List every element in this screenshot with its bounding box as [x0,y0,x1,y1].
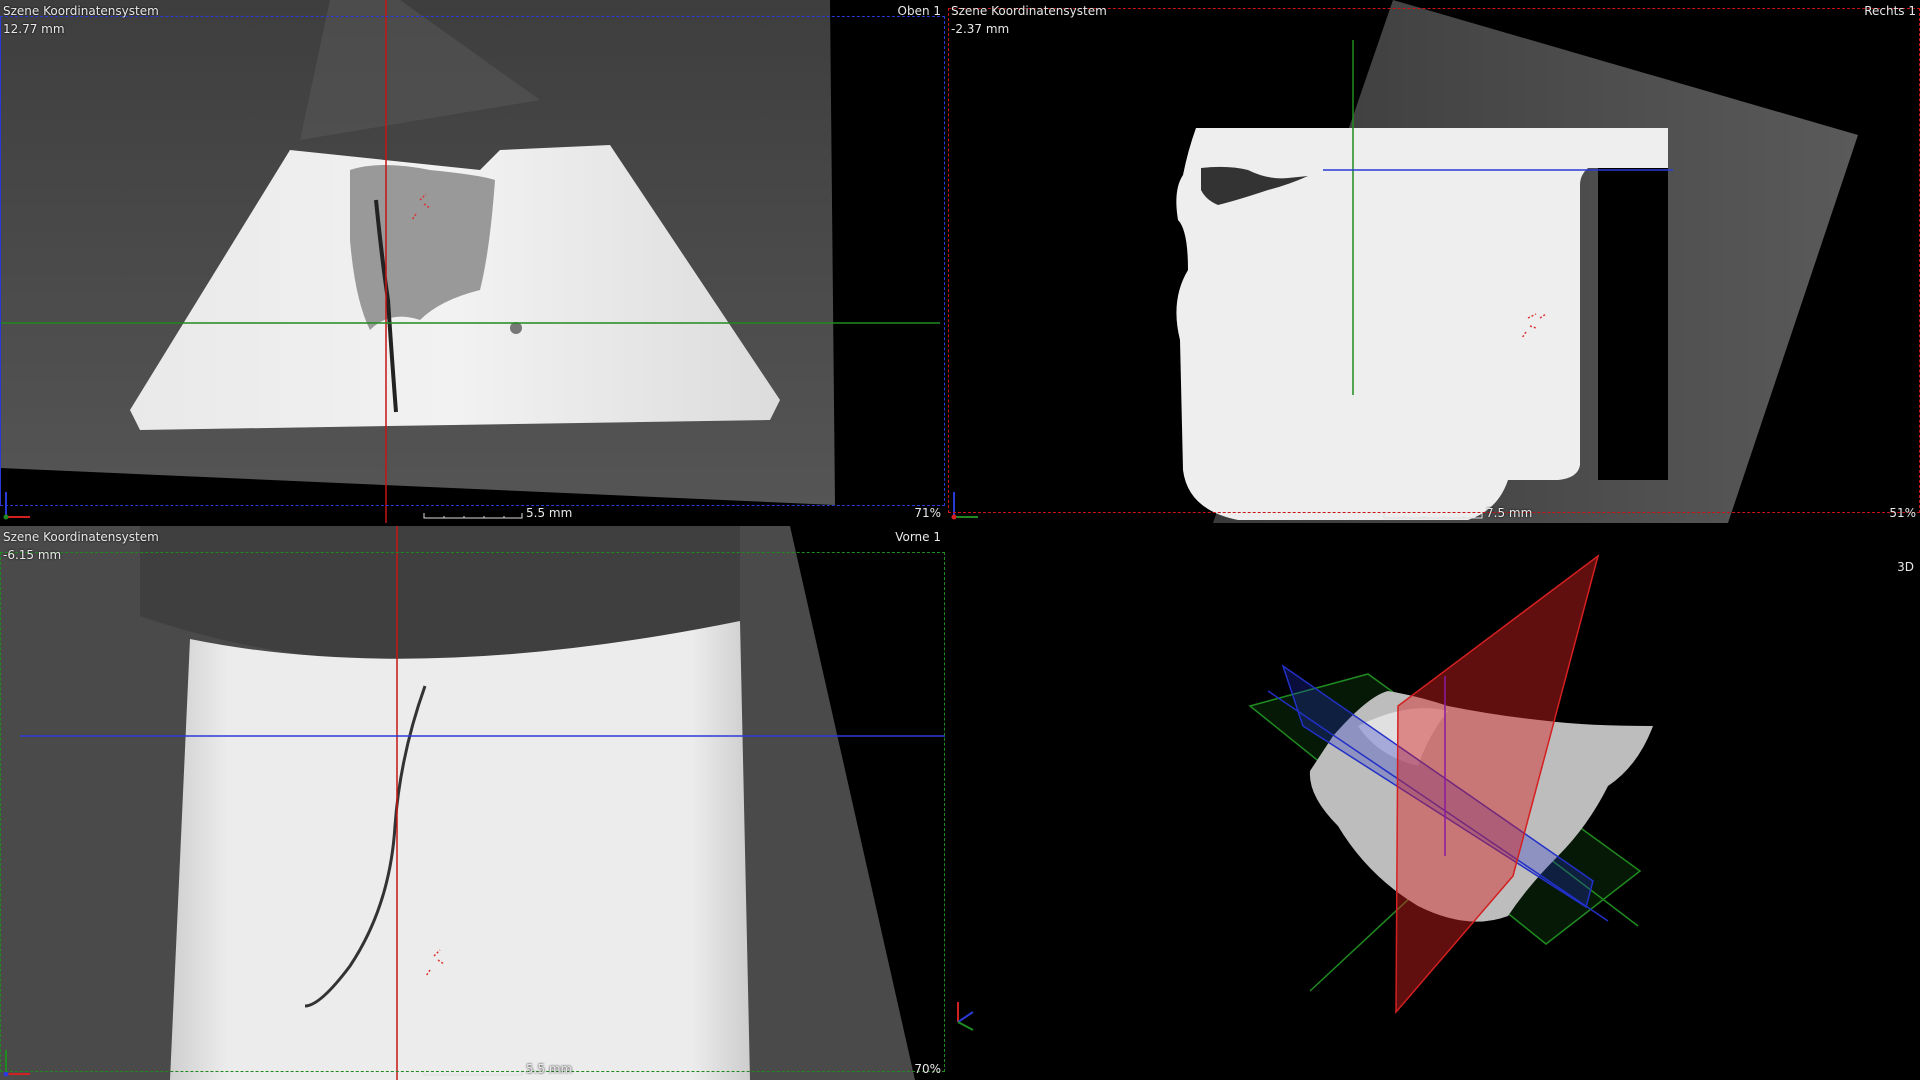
top-slice-image [0,0,940,523]
scale-bar-label: 7.5 mm [1486,506,1533,520]
view-name-label: Vorne 1 [895,530,941,544]
viewport-right[interactable]: Szene Koordinatensystem -2.37 mm Rechts … [948,0,1920,523]
coordinate-system-label: Szene Koordinatensystem [3,4,159,18]
right-slice-image [951,0,1858,523]
coordinate-system-label: Szene Koordinatensystem [3,530,159,544]
slice-depth-label: -6.15 mm [3,548,62,562]
slice-depth-label: -2.37 mm [951,22,1010,36]
axis-triad-icon [3,492,30,520]
slice-depth-label: 12.77 mm [3,22,65,36]
viewport-3d[interactable]: 3D [948,526,1920,1080]
viewport-top[interactable]: Szene Koordinatensystem 12.77 mm Oben 1 … [0,0,945,523]
3d-render [957,554,1653,1031]
zoom-label: 70% [914,1062,941,1076]
view-name-label: 3D [1897,560,1914,574]
viewport-front[interactable]: Szene Koordinatensystem -6.15 mm Vorne 1… [0,526,945,1080]
scale-bar-label: 5.5 mm [526,1062,573,1076]
front-slice-image [0,526,945,1080]
axis-triad-icon [951,492,978,520]
zoom-label: 71% [914,506,941,520]
coordinate-system-label: Szene Koordinatensystem [951,4,1107,18]
view-name-label: Oben 1 [897,4,942,18]
zoom-label: 51% [1889,506,1916,520]
scale-bar-label: 5.5 mm [526,506,573,520]
view-name-label: Rechts 1 [1864,4,1916,18]
axis-triad-icon [957,1002,974,1031]
